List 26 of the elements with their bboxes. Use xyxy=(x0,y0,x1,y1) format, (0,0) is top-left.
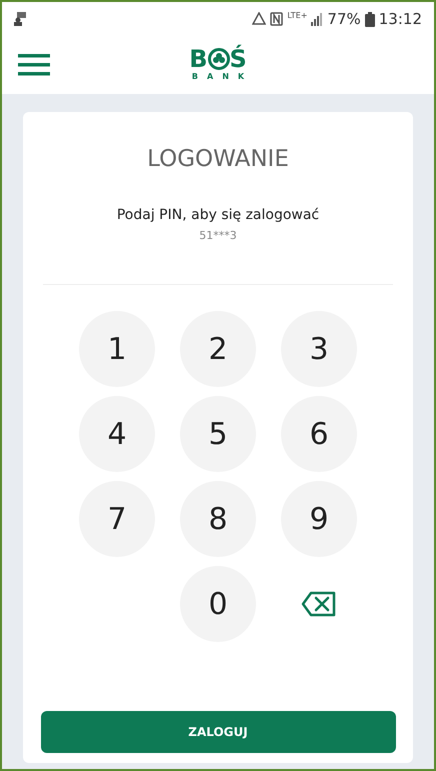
login-button[interactable]: ZALOGUJ xyxy=(40,711,396,753)
keypad-key[interactable]: 2 xyxy=(180,311,256,387)
battery-percent: 77% xyxy=(327,8,361,30)
keypad-key[interactable]: 0 xyxy=(180,566,256,642)
keypad-key[interactable]: 6 xyxy=(281,396,357,472)
signal-icon xyxy=(311,12,324,26)
keypad-key[interactable]: 1 xyxy=(79,311,155,387)
keypad-key[interactable]: 7 xyxy=(79,481,155,557)
logo-letter: Ś xyxy=(230,47,247,71)
clover-icon xyxy=(208,48,230,70)
account-number: 51***3 xyxy=(199,228,237,244)
keypad-key[interactable]: 4 xyxy=(79,396,155,472)
nfc-icon xyxy=(270,12,284,26)
status-time: 13:12 xyxy=(378,8,422,30)
keypad-key[interactable]: 8 xyxy=(180,481,256,557)
keypad-key[interactable]: 3 xyxy=(281,311,357,387)
menu-icon[interactable] xyxy=(18,54,50,76)
battery-icon xyxy=(364,12,375,26)
keypad-key[interactable]: 9 xyxy=(281,481,357,557)
keypad-key[interactable]: 5 xyxy=(180,396,256,472)
pin-prompt: Podaj PIN, aby się zalogować xyxy=(116,206,320,224)
network-label: LTE+ xyxy=(287,10,308,22)
logo-letter: B xyxy=(189,47,208,71)
backspace-icon xyxy=(301,591,337,617)
login-title: LOGOWANIE xyxy=(147,145,289,174)
logo-subtitle: BANK xyxy=(190,71,254,83)
